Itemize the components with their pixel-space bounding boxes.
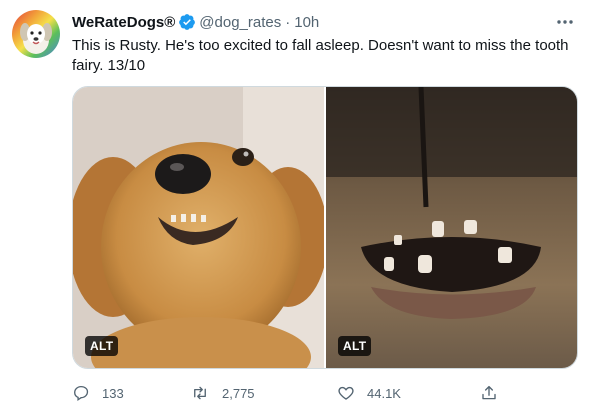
reply-button[interactable]: 133 — [72, 384, 124, 402]
author-handle[interactable]: @dog_rates — [199, 14, 281, 31]
alt-badge[interactable]: ALT — [85, 336, 119, 356]
author-name[interactable]: WeRateDogs® — [72, 14, 175, 31]
retweet-button[interactable]: 2,775 — [190, 384, 255, 402]
avatar[interactable] — [12, 10, 60, 58]
reply-count: 133 — [102, 385, 124, 401]
like-count: 44.1K — [367, 385, 401, 401]
media-grid: ALT ALT — [72, 86, 578, 369]
tweet-text: This is Rusty. He's too excited to fall … — [72, 37, 569, 74]
tweet-card[interactable]: WeRateDogs® @dog_rates · 10h This is Rus… — [0, 0, 603, 410]
alt-badge[interactable]: ALT — [338, 336, 372, 356]
verified-badge-icon — [178, 13, 196, 31]
action-bar: 133 2,775 44.1K — [72, 384, 512, 404]
separator-dot: · — [285, 13, 291, 31]
like-button[interactable]: 44.1K — [337, 384, 401, 402]
media-photo-2[interactable]: ALT — [326, 87, 577, 368]
tweet-time[interactable]: 10h — [294, 14, 319, 31]
tweet-header: WeRateDogs® @dog_rates · 10h — [72, 12, 319, 32]
reply-icon — [74, 385, 89, 402]
share-icon — [482, 385, 496, 400]
more-dots-icon[interactable] — [555, 14, 575, 30]
retweet-count: 2,775 — [222, 385, 255, 401]
retweet-icon — [194, 386, 206, 400]
heart-icon — [338, 386, 354, 400]
share-button[interactable] — [480, 384, 510, 402]
media-photo-1[interactable]: ALT — [73, 87, 324, 368]
